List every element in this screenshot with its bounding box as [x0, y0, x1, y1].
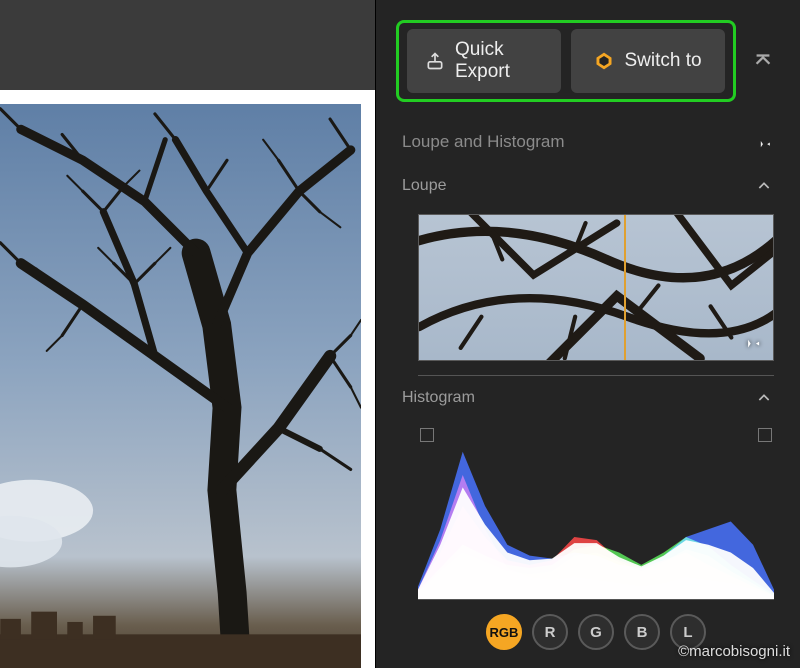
quick-export-label: Quick Export [455, 39, 543, 83]
highlighted-button-group: Quick Export Switch to [396, 20, 736, 102]
shadow-clip-toggle[interactable] [420, 428, 434, 442]
channel-g-button[interactable]: G [578, 614, 614, 650]
histogram-label: Histogram [402, 389, 475, 407]
switch-to-button[interactable]: Switch to [571, 29, 725, 93]
loupe-preview[interactable] [418, 214, 774, 361]
chevron-up-icon[interactable] [754, 388, 774, 408]
quick-export-button[interactable]: Quick Export [407, 29, 561, 93]
preview-frame [0, 90, 375, 668]
collapse-all-button[interactable] [746, 44, 780, 78]
panel-toolbar: Quick Export Switch to [376, 0, 800, 120]
chevron-up-icon[interactable] [754, 176, 774, 196]
histogram-section-header[interactable]: Histogram [376, 376, 800, 420]
loupe-pin-icon[interactable] [741, 330, 763, 352]
app-switch-icon [594, 51, 614, 71]
channel-r-button[interactable]: R [532, 614, 568, 650]
image-preview-area [0, 0, 375, 668]
histogram-container: RGB R G B L [418, 428, 774, 656]
loupe-section-header[interactable]: Loupe [376, 164, 800, 208]
channel-selector-row: RGB R G B L [418, 600, 774, 656]
panel-header[interactable]: Loupe and Histogram [376, 120, 800, 164]
channel-rgb-button[interactable]: RGB [486, 614, 522, 650]
loupe-crosshair [624, 215, 626, 360]
switch-to-label: Switch to [624, 50, 701, 72]
loupe-label: Loupe [402, 177, 447, 195]
channel-l-button[interactable]: L [670, 614, 706, 650]
panel-title: Loupe and Histogram [402, 132, 565, 152]
right-panel: Quick Export Switch to Loupe and Histogr… [375, 0, 800, 668]
highlight-clip-toggle[interactable] [758, 428, 772, 442]
histogram-chart[interactable] [418, 444, 774, 600]
preview-image[interactable] [0, 104, 361, 668]
pin-icon[interactable] [754, 132, 774, 152]
export-icon [425, 51, 445, 71]
channel-b-button[interactable]: B [624, 614, 660, 650]
